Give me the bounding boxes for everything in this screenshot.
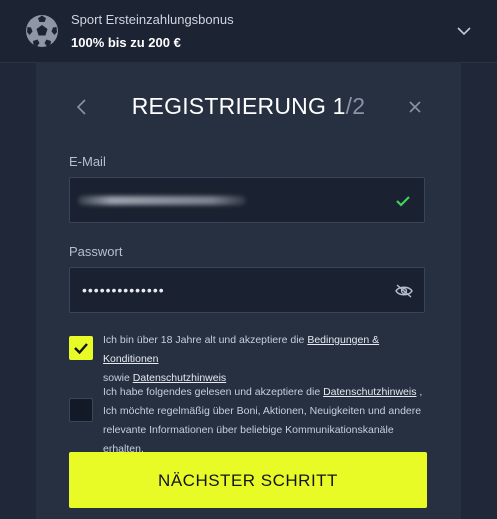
title-text: REGISTRIERUNG — [131, 93, 327, 119]
password-label: Passwort — [69, 244, 123, 259]
email-value-blurred — [78, 196, 246, 205]
bonus-banner[interactable]: Sport Ersteinzahlungsbonus 100% bis zu 2… — [0, 0, 497, 63]
age-consent-checkbox[interactable] — [69, 336, 93, 360]
chevron-down-icon[interactable] — [455, 22, 473, 40]
marketing-privacy-link[interactable]: Datenschutzhinweis — [323, 386, 416, 398]
marketing-consent-text-before: Ich habe folgendes gelesen und akzeptier… — [103, 386, 321, 398]
close-icon[interactable] — [407, 99, 423, 115]
eye-slash-icon[interactable] — [394, 283, 414, 299]
age-consent-text-before: Ich bin über 18 Jahre alt und akzeptiere… — [103, 334, 305, 346]
checkmark-icon — [74, 343, 88, 355]
step-current: 1 — [332, 93, 346, 119]
marketing-consent-text: Ich habe folgendes gelesen und akzeptier… — [103, 383, 431, 459]
email-label: E-Mail — [69, 154, 106, 169]
checkmark-icon — [396, 196, 410, 207]
email-field[interactable] — [69, 177, 425, 223]
bonus-amount: 100% bis zu 200 € — [71, 35, 181, 50]
step-total: /2 — [345, 93, 366, 119]
football-icon — [26, 15, 58, 47]
password-value: •••••••••••••• — [82, 282, 165, 298]
marketing-consent-checkbox[interactable] — [69, 398, 93, 422]
age-consent-text: Ich bin über 18 Jahre alt und akzeptiere… — [103, 331, 431, 388]
next-step-button[interactable]: NÄCHSTER SCHRITT — [69, 452, 427, 508]
password-field[interactable]: •••••••••••••• — [69, 267, 425, 313]
bonus-title: Sport Ersteinzahlungsbonus — [71, 12, 234, 27]
